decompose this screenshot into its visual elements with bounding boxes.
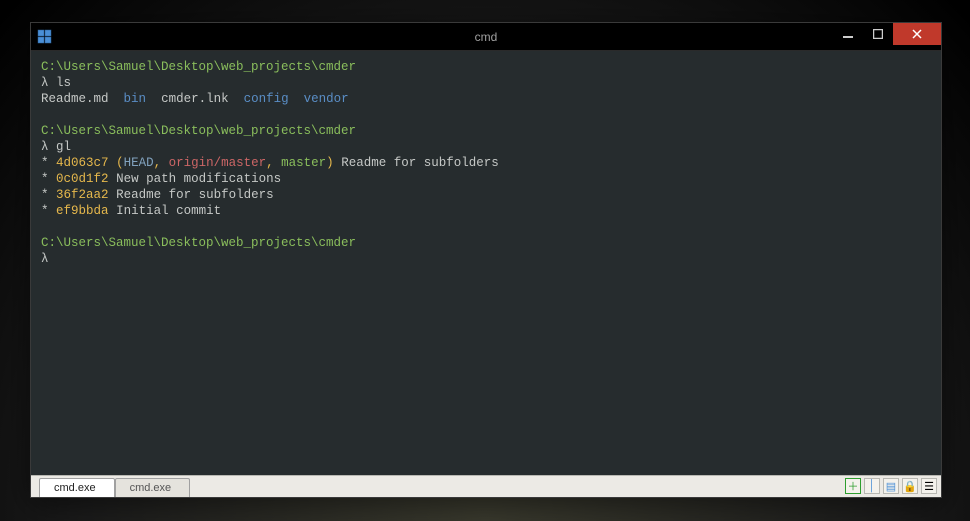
commit-hash: 4d063c7 bbox=[56, 156, 109, 170]
plus-icon: ＋ bbox=[848, 478, 859, 494]
titlebar[interactable]: cmd bbox=[31, 23, 941, 51]
command-text: ls bbox=[56, 76, 71, 90]
ls-dir: vendor bbox=[304, 92, 349, 106]
commit-hash: 36f2aa2 bbox=[56, 188, 109, 202]
new-tab-button[interactable]: ＋ bbox=[845, 478, 861, 494]
status-bar: cmd.exe cmd.exe ＋ │ ▤ 🔒 ☰ bbox=[31, 475, 941, 497]
commit-msg: Initial commit bbox=[116, 204, 221, 218]
commit-hash: 0c0d1f2 bbox=[56, 172, 109, 186]
close-button[interactable] bbox=[893, 23, 941, 45]
command-text: gl bbox=[56, 140, 71, 154]
sep: , bbox=[266, 156, 281, 170]
maximize-button[interactable] bbox=[863, 23, 893, 45]
minimize-button[interactable] bbox=[833, 23, 863, 45]
ls-dir: config bbox=[244, 92, 289, 106]
paren: ) bbox=[326, 156, 334, 170]
menu-button[interactable]: ☰ bbox=[921, 478, 937, 494]
log-bullet: * bbox=[41, 172, 49, 186]
status-icons: ＋ │ ▤ 🔒 ☰ bbox=[845, 478, 937, 494]
prompt-path: C:\Users\Samuel\Desktop\web_projects\cmd… bbox=[41, 236, 356, 250]
commit-msg: New path modifications bbox=[116, 172, 281, 186]
tab-cmd-active[interactable]: cmd.exe bbox=[39, 478, 115, 497]
prompt-path: C:\Users\Samuel\Desktop\web_projects\cmd… bbox=[41, 124, 356, 138]
log-bullet: * bbox=[41, 204, 49, 218]
commit-msg: Readme for subfolders bbox=[116, 188, 274, 202]
tab-label: cmd.exe bbox=[130, 482, 172, 494]
menu-icon: ☰ bbox=[924, 480, 934, 493]
panes-icon: ▤ bbox=[886, 480, 896, 493]
window-controls bbox=[833, 23, 941, 45]
paren: ( bbox=[116, 156, 124, 170]
ls-file: Readme.md bbox=[41, 92, 109, 106]
app-window: cmd C:\Users\Samuel\Desktop\web_projects… bbox=[30, 22, 942, 498]
sep: , bbox=[154, 156, 169, 170]
log-bullet: * bbox=[41, 156, 49, 170]
branch-label: master bbox=[281, 156, 326, 170]
ls-file: cmder.lnk bbox=[161, 92, 229, 106]
panes-button[interactable]: ▤ bbox=[883, 478, 899, 494]
prompt-symbol: λ bbox=[41, 76, 49, 90]
tab-cmd-inactive[interactable]: cmd.exe bbox=[115, 478, 191, 497]
window-title: cmd bbox=[475, 30, 498, 44]
prompt-path: C:\Users\Samuel\Desktop\web_projects\cmd… bbox=[41, 60, 356, 74]
tab-strip: cmd.exe cmd.exe bbox=[39, 478, 190, 497]
ls-dir: bin bbox=[124, 92, 147, 106]
prompt-symbol: λ bbox=[41, 252, 49, 266]
log-bullet: * bbox=[41, 188, 49, 202]
lock-button[interactable]: 🔒 bbox=[902, 478, 918, 494]
prompt-symbol: λ bbox=[41, 140, 49, 154]
tab-label: cmd.exe bbox=[54, 482, 96, 494]
terminal-pane[interactable]: C:\Users\Samuel\Desktop\web_projects\cmd… bbox=[31, 51, 941, 475]
separator-icon: │ bbox=[869, 480, 876, 492]
app-icon bbox=[37, 29, 53, 45]
remote-label: origin/master bbox=[169, 156, 267, 170]
split-divider-icon[interactable]: │ bbox=[864, 478, 880, 494]
head-label: HEAD bbox=[124, 156, 154, 170]
lock-icon: 🔒 bbox=[903, 480, 917, 493]
commit-hash: ef9bbda bbox=[56, 204, 109, 218]
commit-msg: Readme for subfolders bbox=[341, 156, 499, 170]
